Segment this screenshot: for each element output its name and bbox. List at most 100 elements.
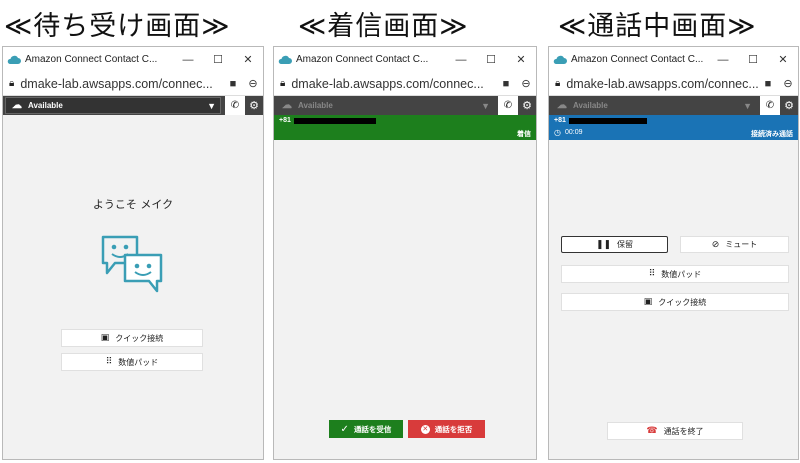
redacted-number: [569, 118, 647, 124]
zoom-icon[interactable]: ⊖: [243, 77, 263, 90]
close-icon[interactable]: ✕: [506, 53, 536, 66]
numpad-button[interactable]: ⠿ 数値パッド: [561, 265, 789, 283]
end-call-button[interactable]: ☎ 通話を終了: [607, 422, 743, 440]
panel-incoming: Amazon Connect Contact C... — ☐ ✕ 🔒︎ dma…: [273, 46, 537, 460]
pause-icon: ❚❚: [595, 239, 612, 250]
address-bar[interactable]: 🔒︎ dmake-lab.awsapps.com/connec... ■ ⊖: [549, 72, 798, 96]
close-icon[interactable]: ✕: [768, 53, 798, 66]
window-titlebar: Amazon Connect Contact C... — ☐ ✕: [274, 47, 536, 72]
heading-idle: ≪待ち受け画面≫: [4, 11, 231, 42]
reject-call-label: 通話を拒否: [434, 424, 473, 434]
mute-button[interactable]: ⊘ ミュート: [680, 236, 789, 253]
minimize-icon[interactable]: —: [708, 54, 738, 66]
tab-settings[interactable]: ⚙: [518, 99, 536, 112]
check-icon: ✓: [340, 423, 349, 435]
address-bar[interactable]: 🔒︎ dmake-lab.awsapps.com/connec... ■ ⊖: [274, 72, 536, 96]
phone-icon: ✆: [230, 100, 240, 111]
lock-icon: 🔒︎: [280, 78, 286, 89]
zoom-icon[interactable]: ⊖: [516, 77, 536, 90]
status-label: Available: [298, 101, 333, 110]
cloud-icon: ☁: [282, 100, 292, 111]
phone-icon: ✆: [765, 100, 775, 111]
gear-icon: ⚙: [249, 99, 259, 112]
panel-idle: Amazon Connect Contact C... — ☐ ✕ 🔒︎ dma…: [2, 46, 264, 460]
lock-icon: 🔒︎: [555, 78, 561, 89]
numpad-label: 数値パッド: [661, 269, 702, 279]
cloud-icon: [278, 55, 292, 64]
caller-number: +81: [554, 117, 566, 124]
window-titlebar: Amazon Connect Contact C... — ☐ ✕: [549, 47, 798, 72]
minimize-icon[interactable]: —: [173, 54, 203, 66]
redacted-number: [294, 118, 376, 124]
tab-settings[interactable]: ⚙: [780, 99, 798, 112]
incoming-content: ✓ 通話を受信 ✕ 通話を拒否: [274, 140, 536, 459]
maximize-icon[interactable]: ☐: [203, 53, 233, 66]
minimize-icon[interactable]: —: [446, 54, 476, 66]
camera-icon[interactable]: ■: [223, 78, 243, 90]
zoom-icon[interactable]: ⊖: [778, 77, 798, 90]
numpad-label: 数値パッド: [118, 357, 159, 367]
close-icon[interactable]: ✕: [233, 53, 263, 66]
quick-connect-label: クイック接続: [115, 333, 164, 343]
end-call-icon: ☎: [646, 426, 658, 436]
cloud-icon: ☁: [12, 100, 22, 111]
ccp-header: ☁ Available ▼ ✆ ⚙: [274, 96, 536, 115]
maximize-icon[interactable]: ☐: [476, 53, 506, 66]
maximize-icon[interactable]: ☐: [738, 53, 768, 66]
quick-connect-icon: ▣: [643, 297, 653, 307]
chevron-down-icon: ▼: [743, 100, 752, 111]
accept-call-button[interactable]: ✓ 通話を受信: [329, 420, 403, 438]
camera-icon[interactable]: ■: [496, 78, 516, 90]
lock-icon: 🔒︎: [9, 78, 15, 89]
gear-icon: ⚙: [784, 99, 794, 112]
heading-oncall: ≪通話中画面≫: [558, 11, 757, 42]
ccp-header: ☁ Available ▼ ✆ ⚙: [549, 96, 798, 115]
connected-banner: +81 ◷ 00:09 接続済み通話: [549, 115, 798, 140]
incoming-banner: +81 着信: [274, 115, 536, 140]
camera-icon[interactable]: ■: [758, 78, 778, 90]
quick-connect-button[interactable]: ▣ クイック接続: [561, 293, 789, 311]
welcome-text: ようこそ メイク: [92, 198, 174, 211]
status-label: Available: [28, 101, 63, 110]
chevron-down-icon: ▼: [481, 100, 490, 111]
status-dropdown[interactable]: ☁ Available ▼: [5, 97, 221, 114]
status-dropdown[interactable]: ☁ Available ▼: [551, 98, 756, 113]
window-title: Amazon Connect Contact C...: [296, 54, 429, 65]
numpad-icon: ⠿: [105, 357, 113, 367]
cloud-icon: [7, 55, 21, 64]
cloud-icon: [553, 55, 567, 64]
heading-incoming: ≪着信画面≫: [298, 11, 469, 42]
call-status: 着信: [517, 131, 531, 138]
quick-connect-button[interactable]: ▣ クイック接続: [61, 329, 203, 347]
cloud-icon: ☁: [557, 100, 567, 111]
window-title: Amazon Connect Contact C...: [571, 54, 704, 65]
url-text: dmake-lab.awsapps.com/connec...: [566, 76, 758, 91]
panel-oncall: Amazon Connect Contact C... — ☐ ✕ 🔒︎ dma…: [548, 46, 799, 460]
numpad-button[interactable]: ⠿ 数値パッド: [61, 353, 203, 371]
tab-settings[interactable]: ⚙: [245, 99, 263, 112]
numpad-icon: ⠿: [648, 269, 656, 279]
reject-call-button[interactable]: ✕ 通話を拒否: [408, 420, 485, 438]
call-timer: 00:09: [565, 129, 583, 136]
url-text: dmake-lab.awsapps.com/connec...: [20, 76, 213, 91]
window-title: Amazon Connect Contact C...: [25, 54, 158, 65]
mic-off-icon: ⊘: [711, 239, 720, 250]
caller-number: +81: [279, 117, 291, 124]
address-bar[interactable]: 🔒︎ dmake-lab.awsapps.com/connec... ■ ⊖: [3, 72, 263, 96]
accept-call-label: 通話を受信: [353, 424, 392, 434]
clock-icon: ◷: [554, 128, 561, 137]
tab-phone[interactable]: ✆: [225, 96, 245, 115]
ccp-header: ☁ Available ▼ ✆ ⚙: [3, 96, 263, 115]
idle-content: ようこそ メイク ▣ クイック接続 ⠿ 数値パッド: [3, 115, 263, 459]
quick-connect-label: クイック接続: [658, 297, 707, 307]
hold-button[interactable]: ❚❚ 保留: [561, 236, 668, 253]
window-titlebar: Amazon Connect Contact C... — ☐ ✕: [3, 47, 263, 72]
url-text: dmake-lab.awsapps.com/connec...: [291, 76, 484, 91]
status-dropdown[interactable]: ☁ Available ▼: [276, 98, 494, 113]
hold-label: 保留: [617, 240, 634, 249]
oncall-content: ❚❚ 保留 ⊘ ミュート ⠿ 数値パッド ▣ クイック接続 ☎ 通話を終了: [549, 140, 798, 459]
tab-phone[interactable]: ✆: [760, 96, 780, 115]
chevron-down-icon: ▼: [207, 100, 216, 111]
tab-phone[interactable]: ✆: [498, 96, 518, 115]
chatbot-icon: [101, 235, 163, 293]
